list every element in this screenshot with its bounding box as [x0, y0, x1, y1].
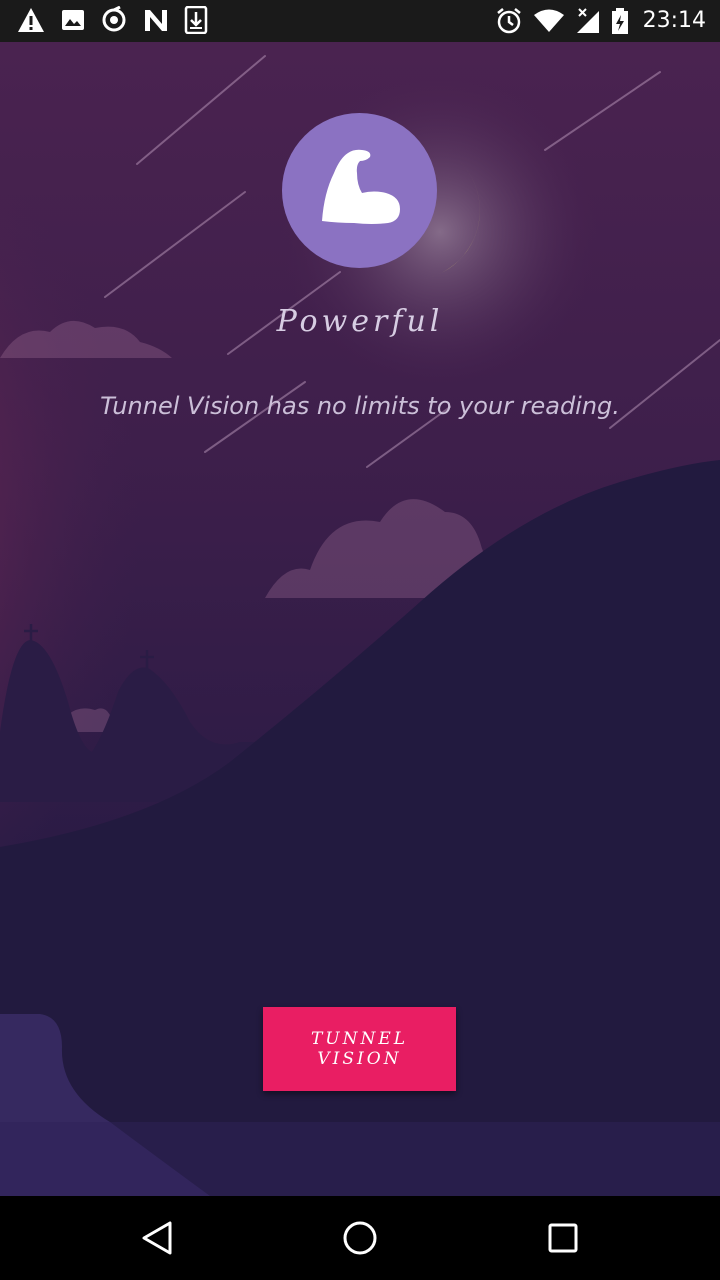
alarm-icon — [495, 7, 523, 35]
back-icon — [136, 1221, 180, 1263]
home-button[interactable] — [338, 1216, 382, 1260]
download-icon — [184, 6, 208, 34]
tunnel-vision-button[interactable]: TUNNEL VISION — [263, 1007, 456, 1091]
navigation-bar — [0, 1196, 720, 1280]
warning-icon — [16, 6, 46, 34]
status-bar: 23:14 — [0, 0, 720, 42]
status-time: 23:14 — [642, 8, 706, 33]
recents-icon — [541, 1223, 585, 1263]
onboarding-scene: Powerful Tunnel Vision has no limits to … — [0, 42, 720, 1196]
home-icon — [338, 1221, 382, 1263]
battery-charging-icon — [611, 7, 629, 35]
signal-icon — [575, 7, 601, 35]
feature-title: Powerful — [276, 304, 444, 339]
n-logo-icon — [142, 7, 170, 33]
recents-button[interactable] — [541, 1216, 585, 1260]
feature-description: Tunnel Vision has no limits to your read… — [100, 392, 620, 420]
app-screen: 23:14 Powerful Tunnel Vision has no limi… — [0, 0, 720, 1280]
feature-logo — [282, 113, 437, 268]
image-icon — [60, 7, 86, 33]
wifi-icon — [533, 8, 565, 34]
back-button[interactable] — [136, 1216, 180, 1260]
sync-icon — [100, 6, 128, 34]
